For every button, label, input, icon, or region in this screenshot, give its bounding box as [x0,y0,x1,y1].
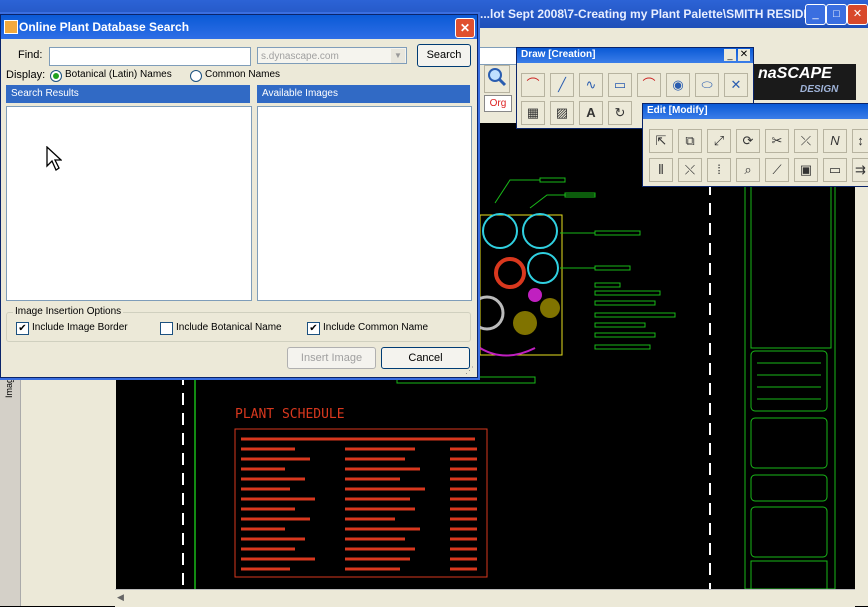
available-images-list[interactable] [257,106,472,301]
curve-icon[interactable]: ⌒ [637,73,661,97]
circle-icon[interactable]: ◉ [666,73,690,97]
find-input[interactable] [49,47,251,66]
plant-search-dialog: Online Plant Database Search ✕ Find: s.d… [0,14,478,378]
source-value: s.dynascape.com [261,51,339,62]
cancel-button[interactable]: Cancel [381,347,470,369]
edit-palette-title: Edit [Modify] [647,105,708,116]
stretch-icon[interactable]: ⟋ [765,158,789,182]
array-icon[interactable]: ⁞ [707,158,731,182]
maximize-button[interactable]: □ [826,4,847,25]
horizontal-scrollbar[interactable]: ◀ [115,589,855,607]
ellipse-icon[interactable]: ⬭ [695,73,719,97]
edit-palette: Edit [Modify] ⇱ ⧉ ⤢ ⟳ ✂ ⤫ N ↕ ⫴ ⤬ ⁞ ⌕ ⟋ … [642,103,868,187]
erase-icon[interactable]: ⇱ [649,129,673,153]
logo: naSCAPE DESIGN [754,64,856,100]
checkbox-image-border[interactable]: ✔ [16,322,29,335]
minimize-button[interactable]: _ [805,4,826,25]
command-input[interactable] [478,47,520,65]
draw-palette-close[interactable]: ✕ [738,49,750,61]
offset-icon[interactable]: ⇉ [852,158,868,182]
hatch-icon[interactable]: ▦ [521,101,545,125]
org-button[interactable]: Org [484,95,512,112]
mirror-icon[interactable]: ⫴ [649,158,673,182]
scale-icon[interactable]: ⤢ [707,129,731,153]
trim-icon[interactable]: ✂ [765,129,789,153]
pattern-icon[interactable]: ▨ [550,101,574,125]
side-panel-content [20,372,116,606]
search-button[interactable]: Search [417,44,471,67]
insert-image-button[interactable]: Insert Image [287,347,376,369]
extend-icon[interactable]: ⤫ [794,129,818,153]
plant-schedule-title: PLANT SCHEDULE [235,407,345,422]
checkbox-common-name[interactable]: ✔ [307,322,320,335]
menu-bar [476,28,868,45]
edit-palette-titlebar[interactable]: Edit [Modify] [643,104,868,119]
move-icon[interactable]: ↕ [852,129,868,153]
available-images-header: Available Images [257,85,470,103]
radio-common[interactable] [190,70,202,82]
checkbox-common-name-label[interactable]: Include Common Name [323,322,428,333]
draw-palette-minimize[interactable]: _ [724,49,736,61]
zoom-icon[interactable]: ⌕ [736,158,760,182]
logo-subtext: DESIGN [800,84,839,95]
mouse-cursor-icon [46,146,62,171]
app-title: ...lot Sept 2008\7-Creating my Plant Pal… [480,7,847,21]
attrib-icon[interactable]: ▣ [794,158,818,182]
side-tab-images[interactable]: Imag [4,378,16,398]
zoom-window-icon[interactable] [484,65,510,93]
checkbox-image-border-label[interactable]: Include Image Border [32,322,128,333]
rectangle-icon[interactable]: ▭ [608,73,632,97]
break-icon[interactable]: ⤬ [678,158,702,182]
radio-botanical[interactable] [50,70,62,82]
measure-icon[interactable]: ▭ [823,158,847,182]
line-icon[interactable]: ╱ [550,73,574,97]
radio-common-label[interactable]: Common Names [205,69,280,80]
checkbox-botanical-name-label[interactable]: Include Botanical Name [176,322,282,333]
close-icon[interactable]: ✕ [455,18,475,38]
draw-palette-title: Draw [Creation] [521,49,596,60]
chevron-down-icon[interactable]: ▼ [391,49,405,63]
scroll-left-icon[interactable]: ◀ [117,592,129,604]
app-icon [4,20,18,34]
n-icon[interactable]: N [823,129,847,153]
options-group-label: Image Insertion Options [13,306,124,317]
logo-text: naSCAPE [758,65,832,82]
text-icon[interactable]: A [579,101,603,125]
checkbox-botanical-name[interactable] [160,322,173,335]
close-button[interactable]: ✕ [847,4,868,25]
search-results-header: Search Results [6,85,250,103]
rotate-icon[interactable]: ⟳ [736,129,760,153]
dialog-titlebar[interactable]: Online Plant Database Search ✕ [1,15,477,39]
dialog-title: Online Plant Database Search [19,20,190,34]
resize-grip-icon[interactable]: ⋰ [465,365,475,375]
search-results-list[interactable] [6,106,252,301]
draw-palette-titlebar[interactable]: Draw [Creation] [517,48,753,63]
copy-icon[interactable]: ⧉ [678,129,702,153]
revcloud-icon[interactable]: ↻ [608,101,632,125]
radio-botanical-label[interactable]: Botanical (Latin) Names [65,69,172,80]
polyline-icon[interactable]: ∿ [579,73,603,97]
xline-icon[interactable]: ✕ [724,73,748,97]
source-select[interactable]: s.dynascape.com ▼ [257,47,407,64]
display-label: Display: [6,69,46,81]
find-label: Find: [18,49,43,61]
arc-icon[interactable]: ⌒ [521,73,545,97]
